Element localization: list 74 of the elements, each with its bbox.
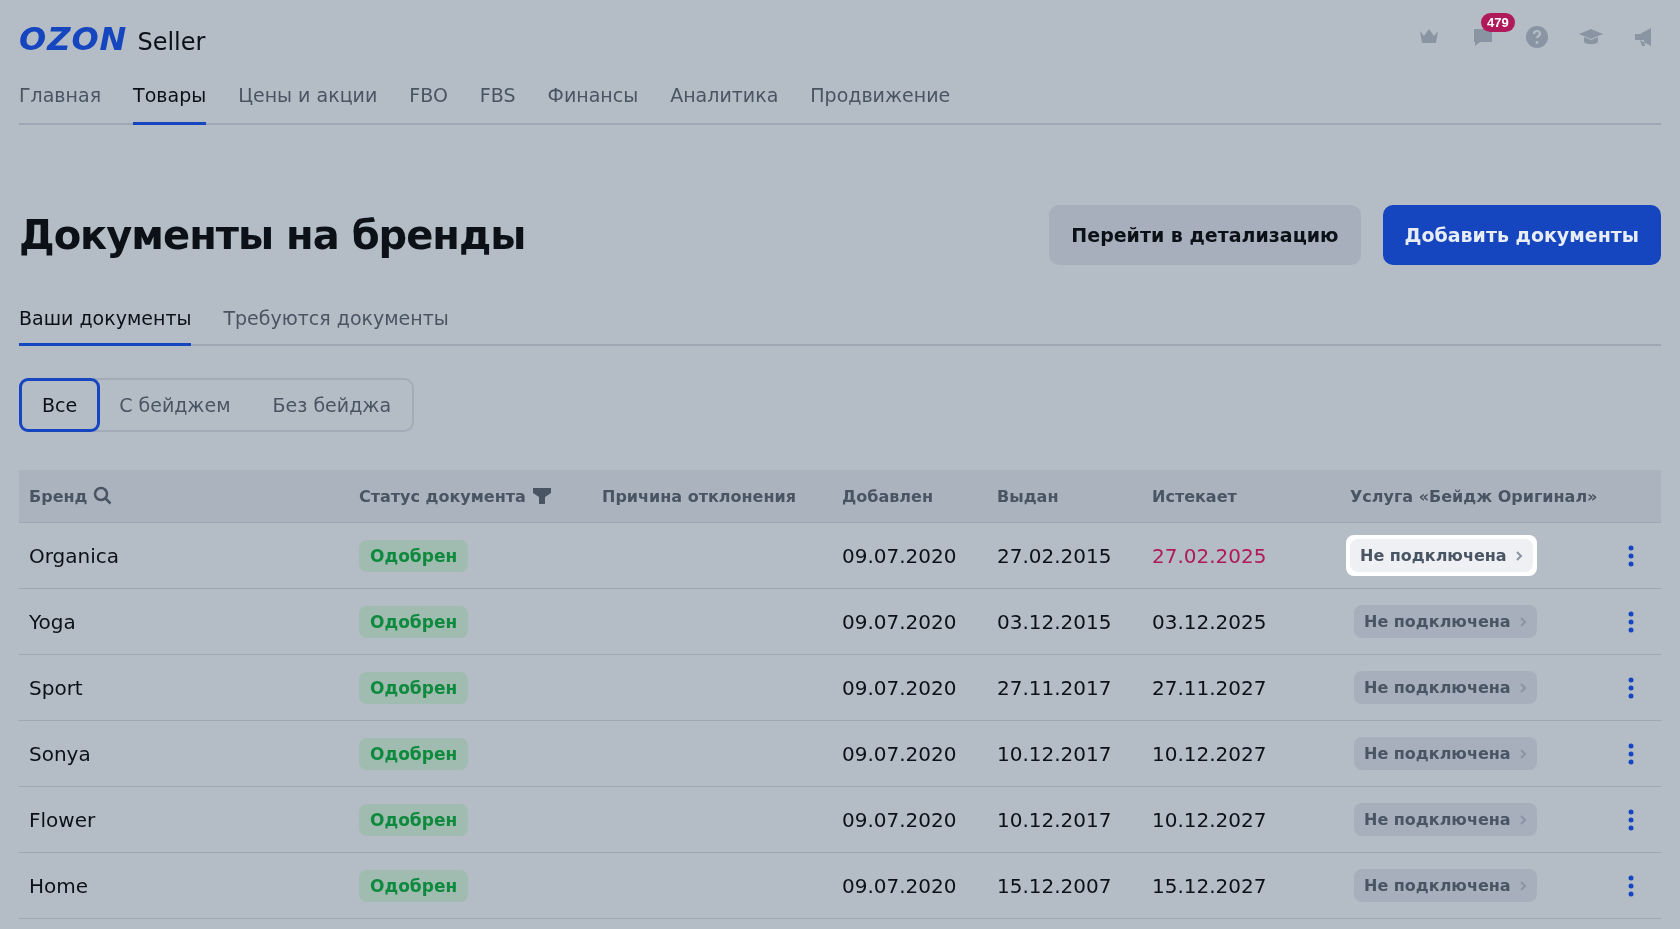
service-status-button[interactable]: Не подключена — [1354, 737, 1537, 770]
chevron-icon — [1514, 549, 1523, 562]
brand-cell-text: Yoga — [28, 609, 77, 634]
tab[interactable]: Требуются документы — [223, 297, 449, 346]
filter-option[interactable]: Все — [19, 378, 101, 432]
status-tag: Одобрен — [359, 539, 469, 572]
expiry-date-cell-text: 10.12.2027 — [1151, 741, 1268, 766]
more-icon[interactable] — [1628, 676, 1634, 699]
column-header: Бренд — [29, 486, 88, 506]
more-icon[interactable] — [1628, 808, 1634, 831]
details-button[interactable]: Перейти в детализацию — [1049, 205, 1361, 265]
column-header: Статус документа — [359, 486, 526, 506]
brand-cell-text: Sonya — [28, 741, 92, 766]
search-icon[interactable] — [93, 486, 114, 506]
nav-tab[interactable]: Товары — [133, 70, 207, 125]
service-status-button[interactable]: Не подключена — [1354, 671, 1537, 704]
chevron-icon — [1518, 879, 1527, 892]
column-header: Добавлен — [842, 486, 933, 506]
status-tag: Одобрен — [359, 605, 469, 638]
date-cell-text: 27.11.2017 — [996, 675, 1113, 700]
more-icon[interactable] — [1628, 874, 1634, 897]
date-cell-text: 15.12.2007 — [996, 873, 1113, 898]
brand-cell-text: Sport — [28, 675, 84, 700]
service-status-button[interactable]: Не подключена — [1354, 803, 1537, 836]
brand-cell-text: Home — [28, 873, 90, 898]
status-tag: Одобрен — [359, 803, 469, 836]
nav-tab[interactable]: Продвижение — [810, 70, 951, 125]
date-cell-text: 03.12.2015 — [996, 609, 1113, 634]
service-status-button[interactable]: Не подключена — [1354, 605, 1537, 638]
add-documents-button[interactable]: Добавить документы — [1382, 205, 1661, 265]
status-tag: Одобрен — [359, 671, 469, 704]
date-cell-text: 09.07.2020 — [841, 675, 958, 700]
date-cell-text: 10.12.2017 — [996, 741, 1113, 766]
service-status-button[interactable]: Не подключена — [1354, 869, 1537, 902]
nav-tab[interactable]: Финансы — [547, 70, 639, 125]
service-status-button[interactable]: Не подключена — [1350, 539, 1533, 572]
chevron-icon — [1518, 615, 1527, 628]
nav-tab[interactable]: FBO — [409, 70, 448, 125]
date-cell-text: 09.07.2020 — [841, 609, 958, 634]
date-cell-text: 09.07.2020 — [841, 807, 958, 832]
date-cell-text: 09.07.2020 — [841, 543, 958, 568]
chevron-icon — [1518, 813, 1527, 826]
date-cell-text: 27.02.2015 — [996, 543, 1113, 568]
nav-tab[interactable]: FBS — [479, 70, 516, 125]
column-header: Выдан — [997, 486, 1059, 506]
date-cell-text: 09.07.2020 — [841, 873, 958, 898]
tab[interactable]: Ваши документы — [19, 297, 192, 346]
column-header: Услуга «Бейдж Оригинал» — [1350, 486, 1598, 506]
nav-tab[interactable]: Главная — [19, 70, 102, 125]
expiry-date-cell-text: 27.02.2025 — [1151, 543, 1268, 568]
logo-suffix: Seller — [137, 28, 206, 56]
column-header: Истекает — [1152, 486, 1237, 506]
chevron-icon — [1518, 681, 1527, 694]
expiry-date-cell-text: 10.12.2027 — [1151, 807, 1268, 832]
expiry-date-cell-text: 27.11.2027 — [1151, 675, 1268, 700]
expiry-date-cell-text: 03.12.2025 — [1151, 609, 1268, 634]
nav-tab[interactable]: Аналитика — [670, 70, 779, 125]
notification-count: 479 — [1481, 13, 1515, 32]
page-title: Документы на бренды — [19, 212, 526, 258]
more-icon[interactable] — [1628, 610, 1634, 633]
nav-tab[interactable]: Цены и акции — [238, 70, 378, 125]
more-icon[interactable] — [1628, 742, 1634, 765]
filter-icon[interactable] — [531, 487, 552, 505]
logo[interactable]: OZON — [19, 20, 128, 58]
more-icon[interactable] — [1628, 544, 1634, 567]
date-cell-text: 09.07.2020 — [841, 741, 958, 766]
brand-cell-text: Flower — [28, 807, 97, 832]
chevron-icon — [1518, 747, 1527, 760]
status-tag: Одобрен — [359, 737, 469, 770]
column-header: Причина отклонения — [602, 486, 796, 506]
status-tag: Одобрен — [359, 869, 469, 902]
expiry-date-cell-text: 15.12.2027 — [1151, 873, 1268, 898]
date-cell-text: 10.12.2017 — [996, 807, 1113, 832]
brand-cell-text: Organica — [28, 543, 121, 568]
